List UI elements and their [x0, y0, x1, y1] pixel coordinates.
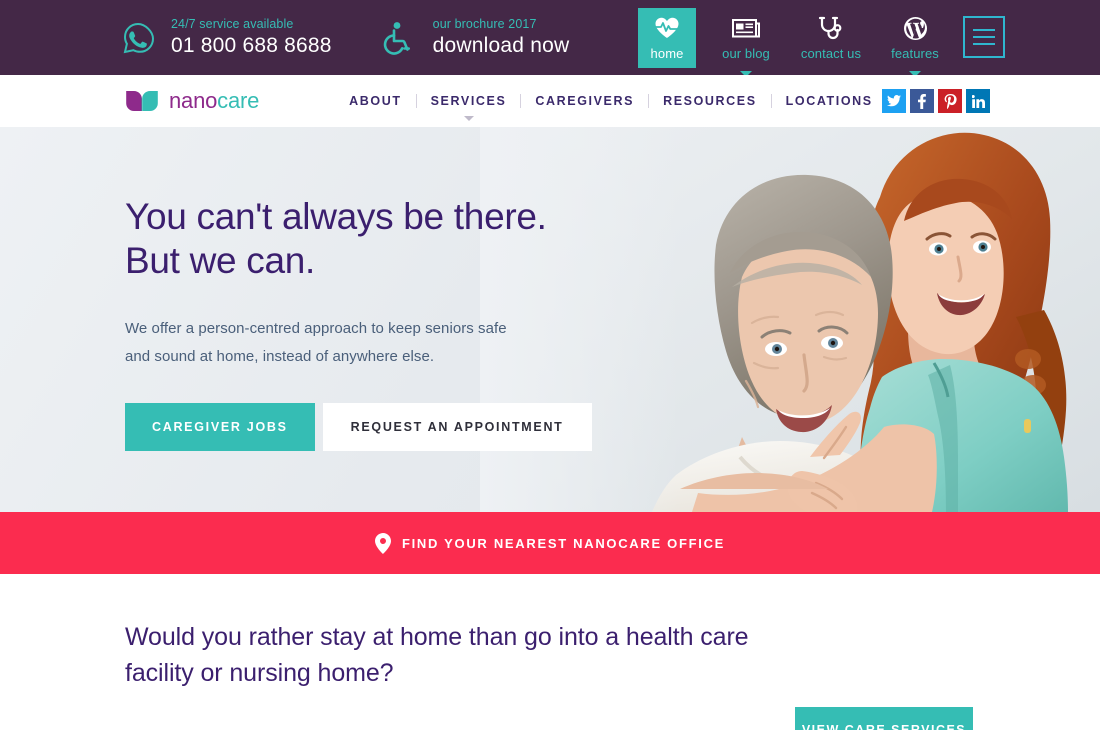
- hero-heading-line-1: You can't always be there.: [125, 196, 547, 237]
- topnav-label-features: features: [891, 46, 939, 61]
- hamburger-bar: [973, 36, 995, 38]
- brochure-download-block[interactable]: our brochure 2017 download now: [380, 16, 570, 58]
- social-link-twitter[interactable]: [882, 89, 906, 113]
- social-links: [878, 89, 990, 113]
- hamburger-bar: [973, 29, 995, 31]
- office-locator-label: FIND YOUR NEAREST NANOCARE OFFICE: [401, 535, 726, 551]
- newspaper-icon: [732, 15, 760, 41]
- primary-nav-links: ABOUT SERVICES CAREGIVERS RESOURCES LOCA…: [335, 94, 887, 121]
- hero-subtext-line-1: We offer a person-centred approach to ke…: [125, 320, 507, 338]
- linkedin-icon: [971, 94, 985, 108]
- social-link-facebook[interactable]: [910, 89, 934, 113]
- nanocare-leaf-logo-icon: [125, 89, 159, 113]
- nav-link-locations[interactable]: LOCATIONS: [772, 94, 887, 108]
- facebook-icon: [918, 93, 926, 109]
- view-care-services-button[interactable]: VIEW CARE SERVICES: [795, 707, 973, 730]
- whatsapp-icon: [118, 18, 158, 58]
- topnav-label-our-blog: our blog: [722, 46, 770, 61]
- office-locator-bar[interactable]: FIND YOUR NEAREST NANOCARE OFFICE: [0, 512, 1100, 574]
- section-heading-line-1: Would you rather stay at home than go in…: [125, 623, 749, 651]
- topnav-item-contact-us[interactable]: contact us: [789, 8, 873, 68]
- phone-contact-block[interactable]: 24/7 service available 01 800 688 8688: [118, 16, 332, 58]
- phone-number: 01 800 688 8688: [171, 34, 332, 58]
- hero-cta-group: CAREGIVER JOBS REQUEST AN APPOINTMENT: [125, 402, 1100, 451]
- main-navigation-bar: nanocare ABOUT SERVICES CAREGIVERS RESOU…: [0, 75, 1100, 127]
- hamburger-menu-icon[interactable]: [963, 16, 1005, 58]
- topnav-item-home[interactable]: home: [638, 8, 696, 68]
- top-icon-nav: home our blog contact us features: [638, 0, 1005, 77]
- hero-heading: You can't always be there. But we can.: [125, 195, 1100, 282]
- topnav-item-our-blog[interactable]: our blog: [711, 8, 781, 77]
- section-heading: Would you rather stay at home than go in…: [125, 620, 805, 691]
- twitter-icon: [887, 95, 901, 107]
- topnav-label-contact-us: contact us: [800, 46, 862, 61]
- topnav-item-features[interactable]: features: [879, 8, 951, 77]
- hamburger-bar: [973, 43, 995, 45]
- map-pin-icon: [374, 532, 391, 554]
- social-link-linkedin[interactable]: [966, 89, 990, 113]
- hero-heading-line-2: But we can.: [125, 239, 316, 281]
- hero-content: You can't always be there. But we can. W…: [0, 127, 1100, 451]
- nav-link-about[interactable]: ABOUT: [335, 94, 415, 108]
- social-link-pinterest[interactable]: [938, 89, 962, 113]
- nav-link-caregivers[interactable]: CAREGIVERS: [521, 94, 648, 108]
- caregiver-jobs-button[interactable]: CAREGIVER JOBS: [125, 402, 315, 451]
- logo-text-nano: nano: [169, 88, 218, 113]
- nav-link-services-label: SERVICES: [430, 94, 507, 108]
- wordpress-icon: [903, 15, 928, 41]
- heartbeat-icon: [653, 15, 681, 41]
- site-logo[interactable]: nanocare: [125, 88, 259, 114]
- stethoscope-icon: [818, 15, 844, 41]
- wheelchair-accessible-icon: [380, 18, 420, 58]
- logo-text-care: care: [217, 88, 260, 113]
- page-root: 24/7 service available 01 800 688 8688 o…: [0, 0, 1100, 730]
- phone-label: 24/7 service available: [171, 16, 294, 31]
- brochure-download-link[interactable]: download now: [433, 34, 570, 57]
- section-heading-line-2: facility or nursing home?: [125, 658, 394, 687]
- topnav-label-home: home: [650, 46, 684, 61]
- top-utility-bar: 24/7 service available 01 800 688 8688 o…: [0, 0, 1100, 77]
- hero-section: You can't always be there. But we can. W…: [0, 127, 1100, 512]
- hero-subtext-line-2: and sound at home, instead of anywhere e…: [125, 348, 435, 366]
- chevron-down-icon: [463, 116, 474, 121]
- pinterest-icon: [944, 93, 957, 109]
- brochure-label: our brochure 2017: [432, 16, 537, 31]
- nav-link-services[interactable]: SERVICES: [417, 94, 521, 121]
- request-appointment-button[interactable]: REQUEST AN APPOINTMENT: [322, 402, 592, 451]
- nav-link-resources[interactable]: RESOURCES: [649, 94, 771, 108]
- hero-subtext: We offer a person-centred approach to ke…: [125, 315, 1100, 371]
